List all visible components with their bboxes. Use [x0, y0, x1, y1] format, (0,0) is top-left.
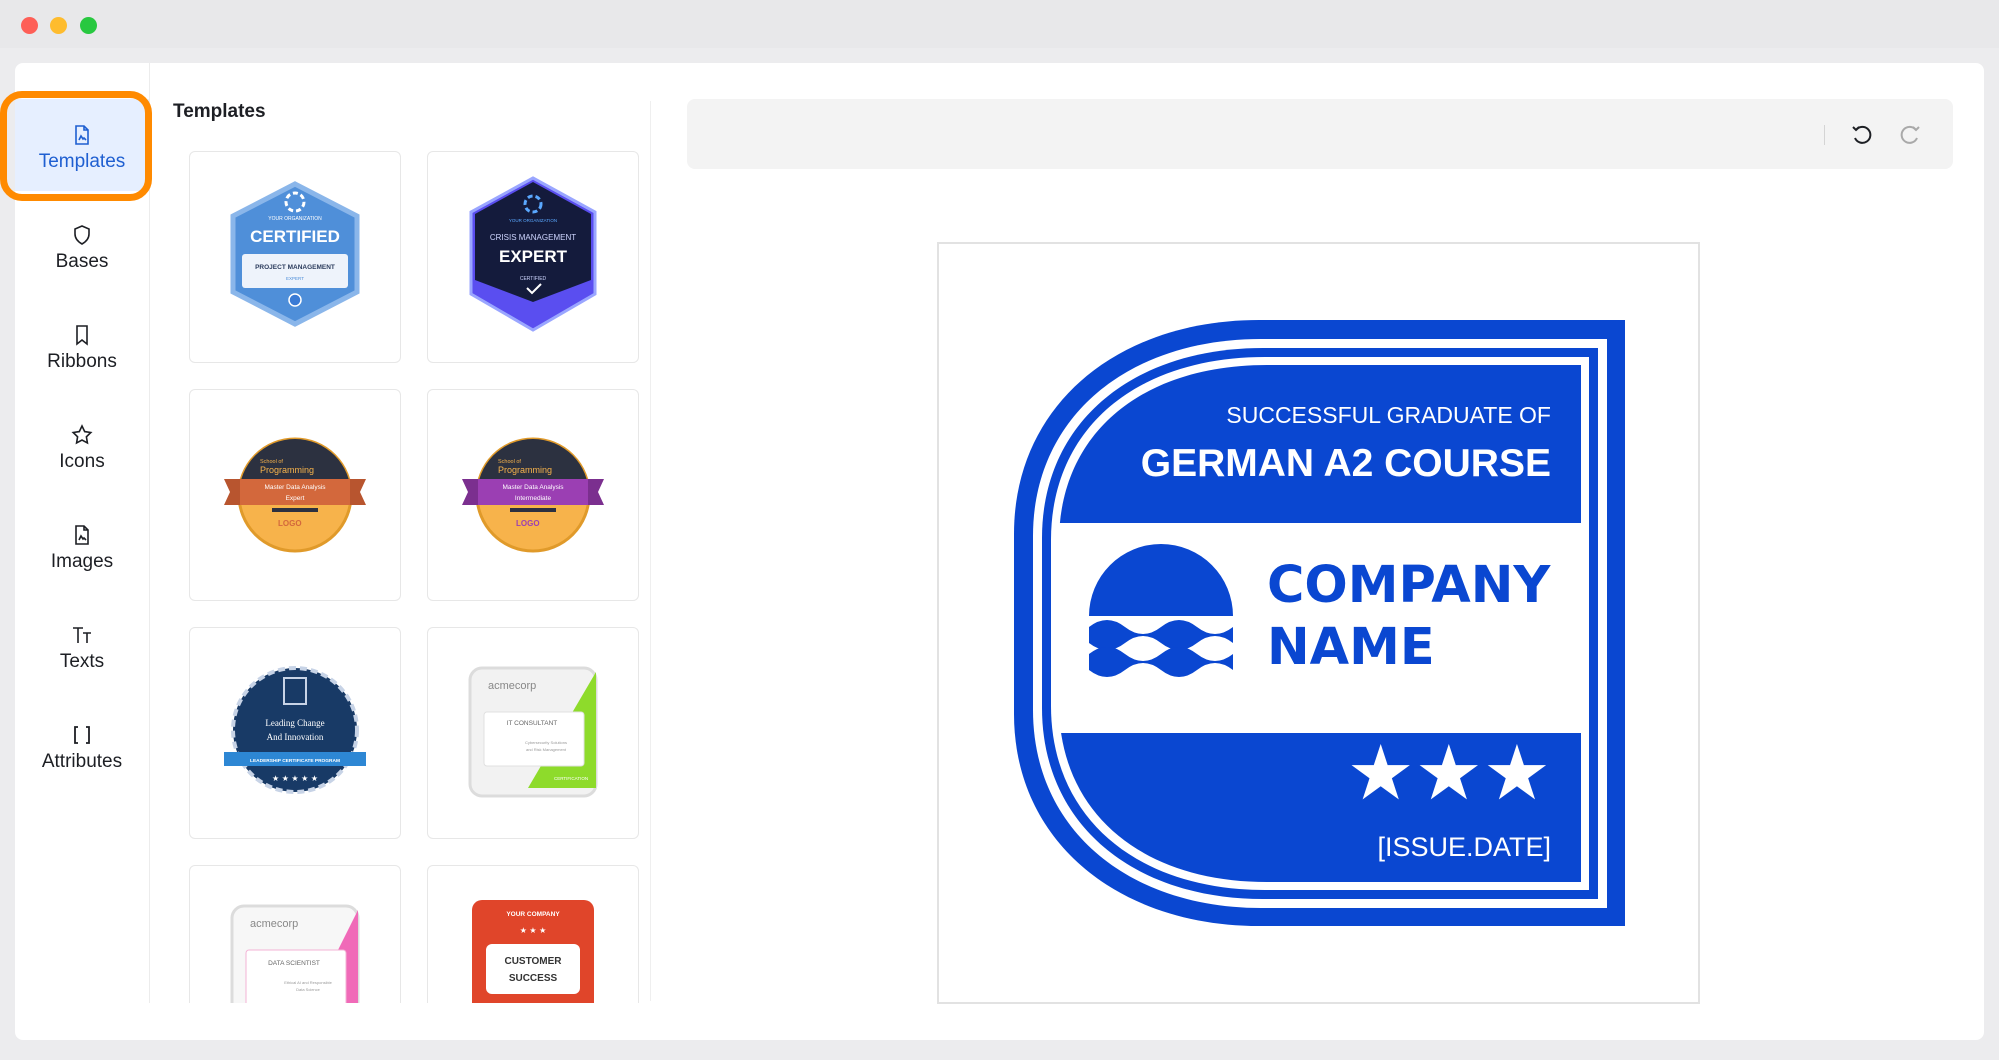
svg-text:LEADERSHIP CERTIFICATE PROGRAM: LEADERSHIP CERTIFICATE PROGRAM — [250, 758, 340, 764]
svg-text:LOGO: LOGO — [516, 519, 540, 528]
svg-text:LOGO: LOGO — [278, 519, 302, 528]
data-scientist-thumbnail: acmecorp DATA SCIENTIST Ethical AI and R… — [230, 904, 360, 1003]
programming-expert-thumbnail: School of Programming Master Data Analys… — [224, 437, 366, 553]
nav-label: Images — [50, 551, 114, 572]
undo-icon — [1852, 125, 1872, 144]
app-window: Templates Bases Ribbons Icons Images Tex… — [0, 63, 1984, 1040]
svg-text:CUSTOMER: CUSTOMER — [504, 956, 562, 967]
template-card-leadership[interactable]: Leading Change And Innovation LEADERSHIP… — [189, 627, 401, 839]
nav-label: Templates — [38, 151, 126, 172]
brackets-icon — [70, 723, 94, 747]
svg-text:Data Science: Data Science — [296, 987, 321, 992]
nav-label: Attributes — [41, 751, 123, 772]
svg-text:and Risk Management: and Risk Management — [526, 747, 567, 752]
svg-text:CERTIFIED: CERTIFIED — [520, 276, 547, 282]
customer-success-thumbnail: YOUR COMPANY ★ ★ ★ CUSTOMER SUCCESS — [472, 900, 594, 1003]
canvas-toolbar — [687, 99, 1953, 169]
svg-text:Programming: Programming — [498, 465, 552, 475]
bookmark-icon — [70, 323, 94, 347]
template-card-programming-intermediate[interactable]: School of Programming Master Data Analys… — [427, 389, 639, 601]
nav-item-texts[interactable]: Texts — [15, 599, 149, 691]
image-file-icon — [70, 523, 94, 547]
nav-item-templates[interactable]: Templates — [15, 99, 149, 191]
svg-text:Expert: Expert — [286, 495, 305, 502]
minimize-window-button[interactable] — [50, 17, 67, 34]
stars-icon: ★ ★ ★ ★ ★ — [272, 774, 318, 783]
stars-icon: ★★★ — [1347, 728, 1551, 817]
badge-subtitle: SUCCESSFUL GRADUATE OF — [1226, 402, 1551, 428]
nav-label: Bases — [55, 251, 109, 272]
template-card-certified[interactable]: YOUR ORGANIZATION CERTIFIED PROJECT MANA… — [189, 151, 401, 363]
nav-item-attributes[interactable]: Attributes — [15, 699, 149, 791]
nav-item-images[interactable]: Images — [15, 499, 149, 591]
nav-label: Ribbons — [47, 351, 117, 372]
nav-item-bases[interactable]: Bases — [15, 199, 149, 291]
star-icon — [70, 423, 94, 447]
text-size-icon — [70, 623, 94, 647]
crisis-badge-thumbnail: YOUR ORGANIZATION CRISIS MANAGEMENT EXPE… — [469, 176, 597, 332]
badge-title: GERMAN A2 COURSE — [1141, 442, 1551, 485]
svg-text:acmecorp: acmecorp — [250, 918, 298, 930]
issue-date: [ISSUE.DATE] — [1377, 832, 1551, 862]
badge-preview: SUCCESSFUL GRADUATE OF GERMAN A2 COURSE … — [1014, 320, 1625, 926]
svg-text:acmecorp: acmecorp — [488, 680, 536, 692]
svg-text:CERTIFIED: CERTIFIED — [250, 227, 340, 246]
svg-text:YOUR ORGANIZATION: YOUR ORGANIZATION — [268, 216, 322, 222]
svg-text:Master Data Analysis: Master Data Analysis — [502, 484, 564, 491]
svg-text:SUCCESS: SUCCESS — [509, 973, 558, 984]
svg-text:PROJECT MANAGEMENT: PROJECT MANAGEMENT — [255, 264, 335, 271]
svg-text:Master Data Analysis: Master Data Analysis — [264, 484, 326, 491]
template-card-it-consultant[interactable]: acmecorp IT CONSULTANT Cybersecurity Sol… — [427, 627, 639, 839]
nav-item-icons[interactable]: Icons — [15, 399, 149, 491]
svg-text:Programming: Programming — [260, 465, 314, 475]
svg-text:And Innovation: And Innovation — [267, 732, 324, 742]
window-titlebar — [0, 0, 1999, 48]
template-card-customer-success[interactable]: YOUR COMPANY ★ ★ ★ CUSTOMER SUCCESS — [427, 865, 639, 1003]
design-canvas[interactable]: SUCCESSFUL GRADUATE OF GERMAN A2 COURSE … — [937, 242, 1700, 1004]
certified-badge-thumbnail: YOUR ORGANIZATION CERTIFIED PROJECT MANA… — [230, 181, 360, 327]
svg-text:IT CONSULTANT: IT CONSULTANT — [507, 720, 558, 727]
svg-text:CERTIFICATION: CERTIFICATION — [554, 776, 588, 781]
template-card-programming-expert[interactable]: School of Programming Master Data Analys… — [189, 389, 401, 601]
check-icon — [288, 293, 302, 307]
redo-icon — [1900, 125, 1920, 144]
sidebar-nav: Templates Bases Ribbons Icons Images Tex… — [15, 63, 150, 1003]
panel-title: Templates — [173, 101, 266, 122]
svg-text:Leading Change: Leading Change — [265, 718, 324, 728]
redo-button[interactable] — [1897, 121, 1923, 147]
close-window-button[interactable] — [21, 17, 38, 34]
leadership-thumbnail: Leading Change And Innovation LEADERSHIP… — [224, 666, 366, 794]
svg-text:CRISIS MANAGEMENT: CRISIS MANAGEMENT — [490, 233, 576, 242]
zoom-window-button[interactable] — [80, 17, 97, 34]
svg-text:EXPERT: EXPERT — [286, 276, 304, 281]
template-file-icon — [70, 123, 94, 147]
svg-text:★ ★ ★: ★ ★ ★ — [520, 926, 547, 935]
svg-text:Intermediate: Intermediate — [515, 495, 552, 502]
company-name-line2: NAME — [1267, 618, 1435, 677]
svg-text:Ethical AI and Responsible: Ethical AI and Responsible — [284, 980, 332, 985]
svg-text:DATA SCIENTIST: DATA SCIENTIST — [268, 960, 320, 967]
shield-icon — [70, 223, 94, 247]
template-card-crisis-expert[interactable]: YOUR ORGANIZATION CRISIS MANAGEMENT EXPE… — [427, 151, 639, 363]
undo-button[interactable] — [1849, 121, 1875, 147]
it-consultant-thumbnail: acmecorp IT CONSULTANT Cybersecurity Sol… — [468, 666, 598, 798]
svg-text:YOUR COMPANY: YOUR COMPANY — [506, 911, 560, 918]
nav-item-ribbons[interactable]: Ribbons — [15, 299, 149, 391]
svg-text:EXPERT: EXPERT — [499, 247, 568, 266]
svg-text:YOUR ORGANIZATION: YOUR ORGANIZATION — [509, 218, 557, 223]
programming-intermediate-thumbnail: School of Programming Master Data Analys… — [462, 437, 604, 553]
templates-grid: YOUR ORGANIZATION CERTIFIED PROJECT MANA… — [173, 151, 653, 1003]
template-card-data-scientist[interactable]: acmecorp DATA SCIENTIST Ethical AI and R… — [189, 865, 401, 1003]
nav-label: Texts — [59, 651, 105, 672]
toolbar-divider — [1824, 125, 1825, 145]
svg-text:Cybersecurity Solutions: Cybersecurity Solutions — [525, 740, 567, 745]
company-name-line1: COMPANY — [1267, 556, 1551, 615]
nav-label: Icons — [59, 451, 105, 472]
